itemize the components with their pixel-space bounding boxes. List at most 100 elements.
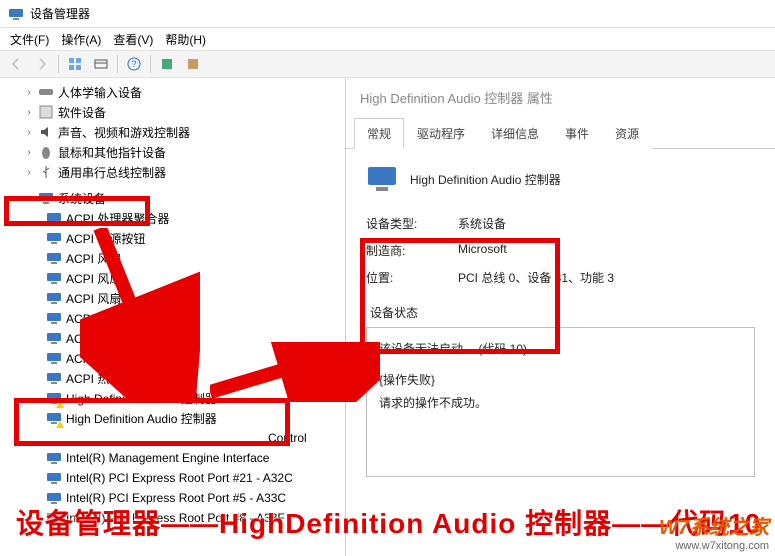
- tree-node-acpi-fan[interactable]: ACPI 风扇: [8, 328, 345, 348]
- tree-node-acpi-agg[interactable]: ACPI 处理器聚合器: [8, 208, 345, 228]
- tree-node-system[interactable]: ⌄ 系统设备: [8, 188, 345, 208]
- monitor-icon: [46, 230, 62, 246]
- tab-resources[interactable]: 资源: [602, 118, 652, 149]
- tree-label: Intel(R) Management Engine Interface: [66, 451, 269, 465]
- tree-label: ACPI 风扇: [66, 290, 121, 307]
- tab-driver[interactable]: 驱动程序: [404, 118, 478, 149]
- menu-help[interactable]: 帮助(H): [159, 29, 212, 50]
- watermark-logo: W7系统之家: [659, 511, 769, 540]
- tree-node-audio[interactable]: › 声音、视频和游戏控制器: [8, 122, 345, 142]
- tree-node-hid[interactable]: ›人体学输入设备: [8, 82, 345, 102]
- tree-node-mei[interactable]: Intel(R) Management Engine Interface: [8, 448, 345, 468]
- toolbar-separator: [58, 55, 59, 73]
- mouse-icon: [38, 144, 54, 160]
- monitor-icon: [46, 370, 62, 386]
- kv-device-type: 设备类型:系统设备: [366, 215, 755, 232]
- tree-label: 声音、视频和游戏控制器: [58, 124, 190, 141]
- speaker-icon: [38, 124, 54, 140]
- status-label: 设备状态: [366, 304, 755, 321]
- device-name: High Definition Audio 控制器: [410, 171, 561, 188]
- menu-file[interactable]: 文件(F): [4, 29, 55, 50]
- device-icon: [366, 165, 398, 193]
- expand-icon[interactable]: ›: [22, 145, 36, 159]
- tree-label: 通用串行总线控制器: [58, 164, 166, 181]
- toolbar-separator: [150, 55, 151, 73]
- tree-node-hda[interactable]: High Definition Audio 控制器: [8, 388, 345, 408]
- nav-back-button[interactable]: [4, 52, 28, 76]
- tree-label: ACPI 处理器聚合器: [66, 210, 169, 227]
- view-action-button[interactable]: [89, 52, 113, 76]
- properties-panel: High Definition Audio 控制器 属性 常规 驱动程序 详细信…: [346, 78, 775, 556]
- tab-details[interactable]: 详细信息: [478, 118, 552, 149]
- monitor-icon: [46, 330, 62, 346]
- tree-label: High Definition Audio 控制器: [66, 410, 217, 427]
- tree-node-mouse[interactable]: ›鼠标和其他指针设备: [8, 142, 345, 162]
- tree-label: High Definition Audio 控制器: [66, 390, 217, 407]
- monitor-icon: [46, 390, 62, 406]
- tree-node-acpi-fan[interactable]: ACPI 风扇: [8, 248, 345, 268]
- tree-label: 软件设备: [58, 104, 106, 121]
- expand-icon[interactable]: ›: [22, 85, 36, 99]
- device-manager-icon: [8, 6, 24, 22]
- usb-icon: [38, 164, 54, 180]
- tree-label: 系统设备: [58, 190, 106, 207]
- tab-general[interactable]: 常规: [354, 118, 404, 149]
- properties-title: High Definition Audio 控制器 属性: [346, 78, 775, 113]
- monitor-icon: [46, 270, 62, 286]
- monitor-icon: [46, 250, 62, 266]
- monitor-icon: [46, 290, 62, 306]
- device-tree-panel: ›人体学输入设备 › 软件设备 › 声音、视频和游戏控制器 ›鼠标和其他指针设备 ›…: [0, 78, 346, 556]
- tree-node-acpi-fan[interactable]: ACPI 风扇: [8, 308, 345, 328]
- tree-node-acpi-thermal[interactable]: ACPI 热区域: [8, 368, 345, 388]
- kv-value: PCI 总线 0、设备 31、功能 3: [458, 269, 614, 286]
- monitor-icon: [46, 450, 62, 466]
- status-group: 设备状态 该设备无法启动。 (代码 10) {操作失败} 请求的操作不成功。: [366, 304, 755, 477]
- tree-label: ACPI 风扇: [66, 270, 121, 287]
- properties-button[interactable]: [181, 52, 205, 76]
- titlebar: 设备管理器: [0, 0, 775, 28]
- tree-label: Control: [268, 431, 307, 445]
- kv-key: 制造商:: [366, 242, 458, 259]
- toolbar-separator: [117, 55, 118, 73]
- scan-hardware-button[interactable]: [155, 52, 179, 76]
- expand-icon[interactable]: ›: [22, 165, 36, 179]
- collapse-icon[interactable]: ⌄: [22, 191, 36, 205]
- monitor-icon: [46, 470, 62, 486]
- kv-manufacturer: 制造商:Microsoft: [366, 242, 755, 259]
- kv-value: Microsoft: [458, 242, 507, 259]
- device-tree[interactable]: ›人体学输入设备 › 软件设备 › 声音、视频和游戏控制器 ›鼠标和其他指针设备 ›…: [0, 78, 345, 532]
- tab-events[interactable]: 事件: [552, 118, 602, 149]
- tree-label: ACPI 电源按钮: [66, 230, 145, 247]
- tree-node-usb[interactable]: › 通用串行总线控制器: [8, 162, 345, 182]
- svg-text:?: ?: [131, 59, 136, 69]
- nav-forward-button[interactable]: [30, 52, 54, 76]
- expand-icon[interactable]: ›: [22, 125, 36, 139]
- tree-label: Intel(R) PCI Express Root Port #21 - A32…: [66, 471, 293, 485]
- status-textbox[interactable]: 该设备无法启动。 (代码 10) {操作失败} 请求的操作不成功。: [366, 327, 755, 477]
- properties-body: High Definition Audio 控制器 设备类型:系统设备 制造商:…: [346, 149, 775, 493]
- kv-key: 设备类型:: [366, 215, 458, 232]
- expand-icon[interactable]: ›: [22, 105, 36, 119]
- tree-label: ACPI 风扇: [66, 310, 121, 327]
- tree-node-acpi-power[interactable]: ACPI 电源按钮: [8, 228, 345, 248]
- tree-node-acpi-fan[interactable]: ACPI 风扇: [8, 288, 345, 308]
- hid-icon: [38, 84, 54, 100]
- watermark-url: www.w7xitong.com: [659, 540, 769, 552]
- software-icon: [38, 104, 54, 120]
- tree-node-ctrl[interactable]: Control: [8, 428, 345, 448]
- tree-label: ACPI 风扇: [66, 330, 121, 347]
- properties-tabs: 常规 驱动程序 详细信息 事件 资源: [346, 117, 775, 149]
- tree-node-hda[interactable]: High Definition Audio 控制器: [8, 408, 345, 428]
- tree-node-acpi-fixed[interactable]: ACPI 固定功能按钮: [8, 348, 345, 368]
- kv-value: 系统设备: [458, 215, 506, 232]
- tree-node-acpi-fan[interactable]: ACPI 风扇: [8, 268, 345, 288]
- view-tree-button[interactable]: [63, 52, 87, 76]
- menubar: 文件(F) 操作(A) 查看(V) 帮助(H): [0, 28, 775, 50]
- tree-label: ACPI 风扇: [66, 250, 121, 267]
- tree-node-software[interactable]: › 软件设备: [8, 102, 345, 122]
- status-line: {操作失败}: [379, 369, 742, 392]
- menu-view[interactable]: 查看(V): [107, 29, 159, 50]
- tree-node-pci[interactable]: Intel(R) PCI Express Root Port #21 - A32…: [8, 468, 345, 488]
- menu-action[interactable]: 操作(A): [55, 29, 107, 50]
- help-button[interactable]: ?: [122, 52, 146, 76]
